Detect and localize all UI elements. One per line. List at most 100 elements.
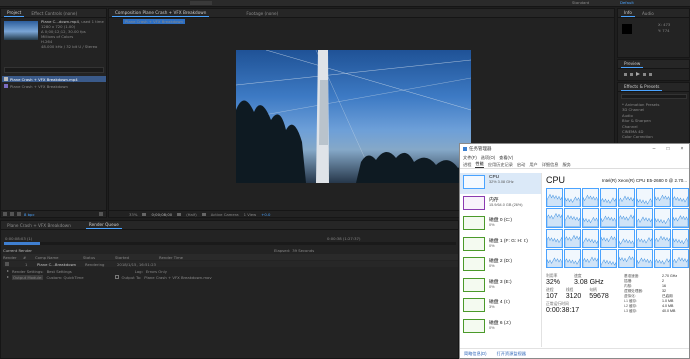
render-queue-panel: Plane Crash + VFX Breakdown Render Queue…: [0, 220, 459, 359]
col-status[interactable]: Status: [83, 255, 115, 260]
core-graph: [600, 188, 617, 208]
resource-item[interactable]: 磁盘 0 (C:) 0%: [460, 214, 541, 235]
maximize-icon[interactable]: □: [661, 146, 675, 152]
core-graph: [564, 248, 581, 268]
resource-monitor-link[interactable]: 打开资源监视器: [497, 351, 526, 357]
resource-usage: 0%: [489, 243, 495, 248]
tab-details[interactable]: 详细信息: [542, 162, 559, 168]
first-frame-icon[interactable]: [624, 72, 627, 76]
minimize-icon[interactable]: –: [647, 146, 661, 152]
snapshot-icon[interactable]: [177, 212, 182, 216]
add-output-icon[interactable]: [114, 275, 119, 279]
task-manager-titlebar: 任务管理器 – □ ×: [460, 144, 689, 154]
col-started[interactable]: Started: [115, 255, 159, 260]
core-graph: [672, 228, 689, 248]
effects-category[interactable]: Color Correction: [622, 134, 660, 139]
resource-item[interactable]: 磁盘 4 (I:) 3%: [460, 296, 541, 317]
tab-preview[interactable]: Preview: [621, 60, 644, 68]
tab-processes[interactable]: 进程: [463, 162, 471, 168]
tab-users[interactable]: 用户: [529, 162, 537, 168]
snapping-toggle[interactable]: [190, 1, 212, 5]
resource-thumbnail: [463, 277, 485, 292]
resolution-select[interactable]: (Half): [186, 212, 197, 217]
tab-timeline[interactable]: Plane Crash + VFX Breakdown: [4, 222, 74, 229]
menu-view[interactable]: 查看(V): [499, 155, 513, 161]
new-composition-icon[interactable]: [17, 212, 21, 216]
expand-icon[interactable]: [7, 276, 9, 278]
workspace-standard[interactable]: Standard: [572, 0, 589, 5]
expand-icon[interactable]: [7, 270, 9, 272]
render-checkbox[interactable]: [5, 262, 9, 266]
render-progress-track: [4, 242, 456, 245]
views-select[interactable]: 1 View: [244, 212, 257, 217]
core-graph: [654, 248, 671, 268]
color-swatch: [622, 24, 632, 34]
resource-item[interactable]: 磁盘 6 (J:) 0%: [460, 317, 541, 338]
core-graph: [582, 248, 599, 268]
tab-audio[interactable]: Audio: [639, 10, 657, 17]
render-queue-header: Render # Comp Name Status Started Render…: [3, 254, 458, 260]
prev-frame-icon[interactable]: [630, 72, 633, 76]
resource-thumbnail: [463, 195, 485, 210]
tab-performance[interactable]: 性能: [475, 161, 484, 168]
tab-startup[interactable]: 启动: [517, 162, 525, 168]
tab-effect-controls[interactable]: Effect Controls (none): [28, 10, 80, 17]
bit-depth-label[interactable]: 8 bpc: [24, 212, 35, 217]
next-frame-icon[interactable]: [643, 72, 646, 76]
camera-select[interactable]: Active Camera: [211, 212, 239, 217]
exposure-value[interactable]: +0.0: [261, 212, 270, 217]
render-settings-label: Render Settings:: [12, 268, 44, 274]
resource-item[interactable]: 磁盘 1 (F: G: H: I:) 0%: [460, 235, 541, 256]
col-render-time[interactable]: Render Time: [159, 255, 183, 260]
render-settings-select[interactable]: Best Settings: [47, 269, 72, 274]
resource-name: 磁盘 0 (C:): [489, 218, 512, 223]
resource-item[interactable]: 磁盘 2 (D:) 0%: [460, 255, 541, 276]
col-comp-name[interactable]: Comp Name: [35, 255, 83, 260]
camera-icon[interactable]: [142, 212, 147, 216]
new-folder-icon[interactable]: [10, 212, 14, 216]
comp-chip[interactable]: Plane Crash + VFX Breakdown: [123, 19, 185, 24]
tab-app-history[interactable]: 应用历史记录: [488, 162, 513, 168]
resource-item[interactable]: 内存 15.9/64.0 GB (26%): [460, 194, 541, 215]
timecode-display[interactable]: 0;00;08;00: [151, 212, 172, 217]
tab-effects-presets[interactable]: Effects & Presets: [621, 83, 663, 91]
output-to-path[interactable]: Plane Crash + VFX Breakdown.mov: [144, 275, 211, 280]
menu-file[interactable]: 文件(F): [463, 155, 477, 161]
tab-render-queue[interactable]: Render Queue: [85, 221, 122, 229]
render-time-remaining: 0:00:08:03 (1): [5, 236, 33, 241]
resource-item[interactable]: 磁盘 3 (E:) 0%: [460, 276, 541, 297]
output-module-select[interactable]: Custom: QuickTime: [46, 275, 83, 280]
project-search-input[interactable]: [4, 67, 104, 73]
tab-composition[interactable]: Composition Plane Crash + VFX Breakdown: [112, 9, 210, 17]
fewer-details-link[interactable]: 简略信息(D): [464, 351, 487, 357]
interpret-footage-icon[interactable]: [3, 212, 7, 216]
workspace-default[interactable]: Default: [620, 0, 634, 5]
project-item[interactable]: Plane Crash + VFX Breakdown.mp4: [2, 76, 106, 82]
render-queue-row[interactable]: 1 Plane C...Breakdown Rendering 2018/1/1…: [3, 261, 458, 267]
elapsed-value: 39 Seconds: [292, 247, 315, 253]
close-icon[interactable]: ×: [675, 146, 689, 152]
region-of-interest-icon[interactable]: [201, 212, 206, 216]
info-tabbar: Info Audio: [618, 9, 689, 18]
tab-info[interactable]: Info: [621, 9, 635, 17]
spec-key: L3 缓存:: [624, 309, 638, 313]
tab-project[interactable]: Project: [4, 9, 25, 17]
info-x: X: 473: [658, 22, 671, 27]
play-icon[interactable]: [636, 72, 640, 76]
effects-search-input[interactable]: [621, 94, 687, 99]
last-frame-icon[interactable]: [649, 72, 652, 76]
resource-item[interactable]: CPU 32% 3.08 GHz: [460, 173, 541, 194]
col-render[interactable]: Render: [3, 255, 23, 260]
log-select[interactable]: Errors Only: [146, 269, 167, 274]
footage-used: , used 1 time: [78, 19, 104, 24]
menu-options[interactable]: 选项(O): [481, 155, 495, 161]
core-graph: [546, 208, 563, 228]
trash-icon[interactable]: [99, 212, 103, 216]
col-number[interactable]: #: [23, 255, 35, 260]
core-graph: [654, 188, 671, 208]
effects-list: * Animation Presets 3D Channel Audio Blu…: [622, 102, 660, 140]
project-item[interactable]: Plane Crash + VFX Breakdown: [2, 83, 106, 89]
zoom-select[interactable]: 33%: [129, 212, 137, 217]
tab-footage[interactable]: Footage (none): [243, 10, 281, 17]
tab-services[interactable]: 服务: [562, 162, 570, 168]
